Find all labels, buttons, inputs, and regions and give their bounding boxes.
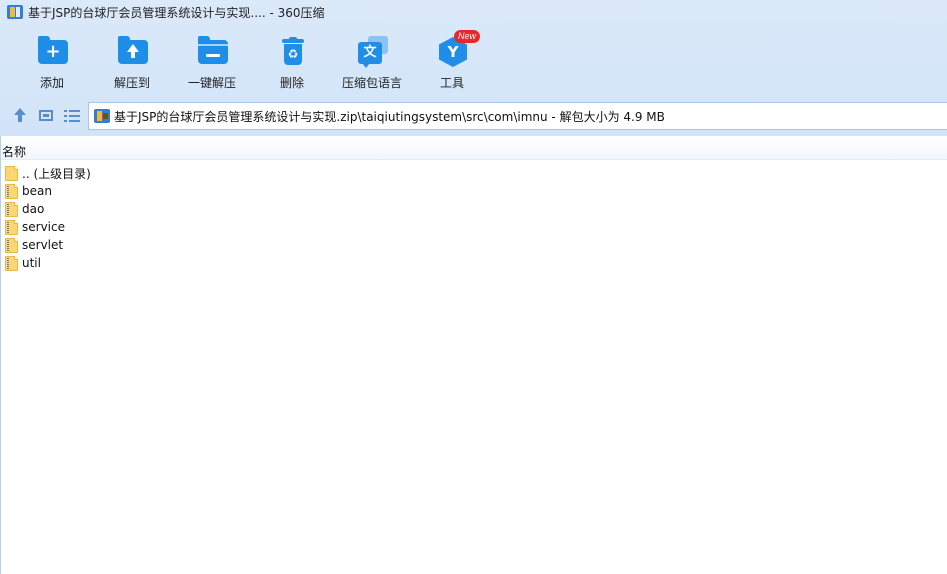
list-item[interactable]: dao [5,200,405,218]
window-title: 基于JSP的台球厅会员管理系统设计与实现.... - 360压缩 [28,5,325,20]
delete-button[interactable]: ♻ 删除 [252,30,332,94]
recycle-bin-icon: ♻ [274,34,310,68]
one-click-extract-label: 一键解压 [187,76,236,90]
zip-archive-icon [94,108,110,124]
address-bar[interactable]: 基于JSP的台球厅会员管理系统设计与实现.zip\taiqiutingsyste… [88,102,947,130]
list-item-name: bean [22,184,52,198]
list-item-name: service [22,220,65,234]
add-folder-icon: + [34,34,70,68]
zipped-folder-icon [5,219,18,235]
list-item-name: dao [22,202,45,216]
name-column-header[interactable]: 名称 [1,136,947,160]
file-list: 名称 .. (上级目录) bean dao service servlet ut… [0,136,947,574]
list-item-name: servlet [22,238,64,252]
add-button-label: 添加 [39,76,64,90]
tools-button[interactable]: Y New 工具 [412,30,492,94]
main-toolbar: + 添加 解压到 一键解压 ♻ 删除 文 压缩包语言 Y New 工具 [12,30,492,94]
thumbnail-view-icon[interactable] [38,108,54,124]
app-logo-icon [7,4,23,20]
up-arrow-icon[interactable] [12,108,28,124]
archive-language-label: 压缩包语言 [341,76,402,90]
extract-to-button[interactable]: 解压到 [92,30,172,94]
parent-directory-row[interactable]: .. (上级目录) [5,164,405,182]
folder-icon [5,165,18,181]
extract-to-icon [114,34,150,68]
list-item-name: .. (上级目录) [22,166,91,181]
archive-path: 基于JSP的台球厅会员管理系统设计与实现.zip\taiqiutingsyste… [114,109,665,124]
one-click-extract-button[interactable]: 一键解压 [172,30,252,94]
delete-label: 删除 [279,76,304,90]
list-item[interactable]: service [5,218,405,236]
file-rows: .. (上级目录) bean dao service servlet util [5,164,405,272]
zipped-folder-icon [5,183,18,199]
name-column-label: 名称 [2,145,27,159]
zipped-folder-icon [5,201,18,217]
list-item-name: util [22,256,41,270]
extract-to-label: 解压到 [113,76,150,90]
list-item[interactable]: servlet [5,236,405,254]
zipped-folder-icon [5,255,18,271]
zipped-folder-icon [5,237,18,253]
list-view-icon[interactable] [64,108,80,124]
list-item[interactable]: bean [5,182,405,200]
language-icon: 文 [354,34,390,68]
title-bar: 基于JSP的台球厅会员管理系统设计与实现.... - 360压缩 [0,0,947,24]
new-badge: New [454,30,481,43]
tools-icon: Y New [434,30,481,68]
list-item[interactable]: util [5,254,405,272]
tools-label: 工具 [439,76,464,90]
archive-language-button[interactable]: 文 压缩包语言 [332,30,412,94]
add-button[interactable]: + 添加 [12,30,92,94]
one-click-extract-icon [194,34,230,68]
